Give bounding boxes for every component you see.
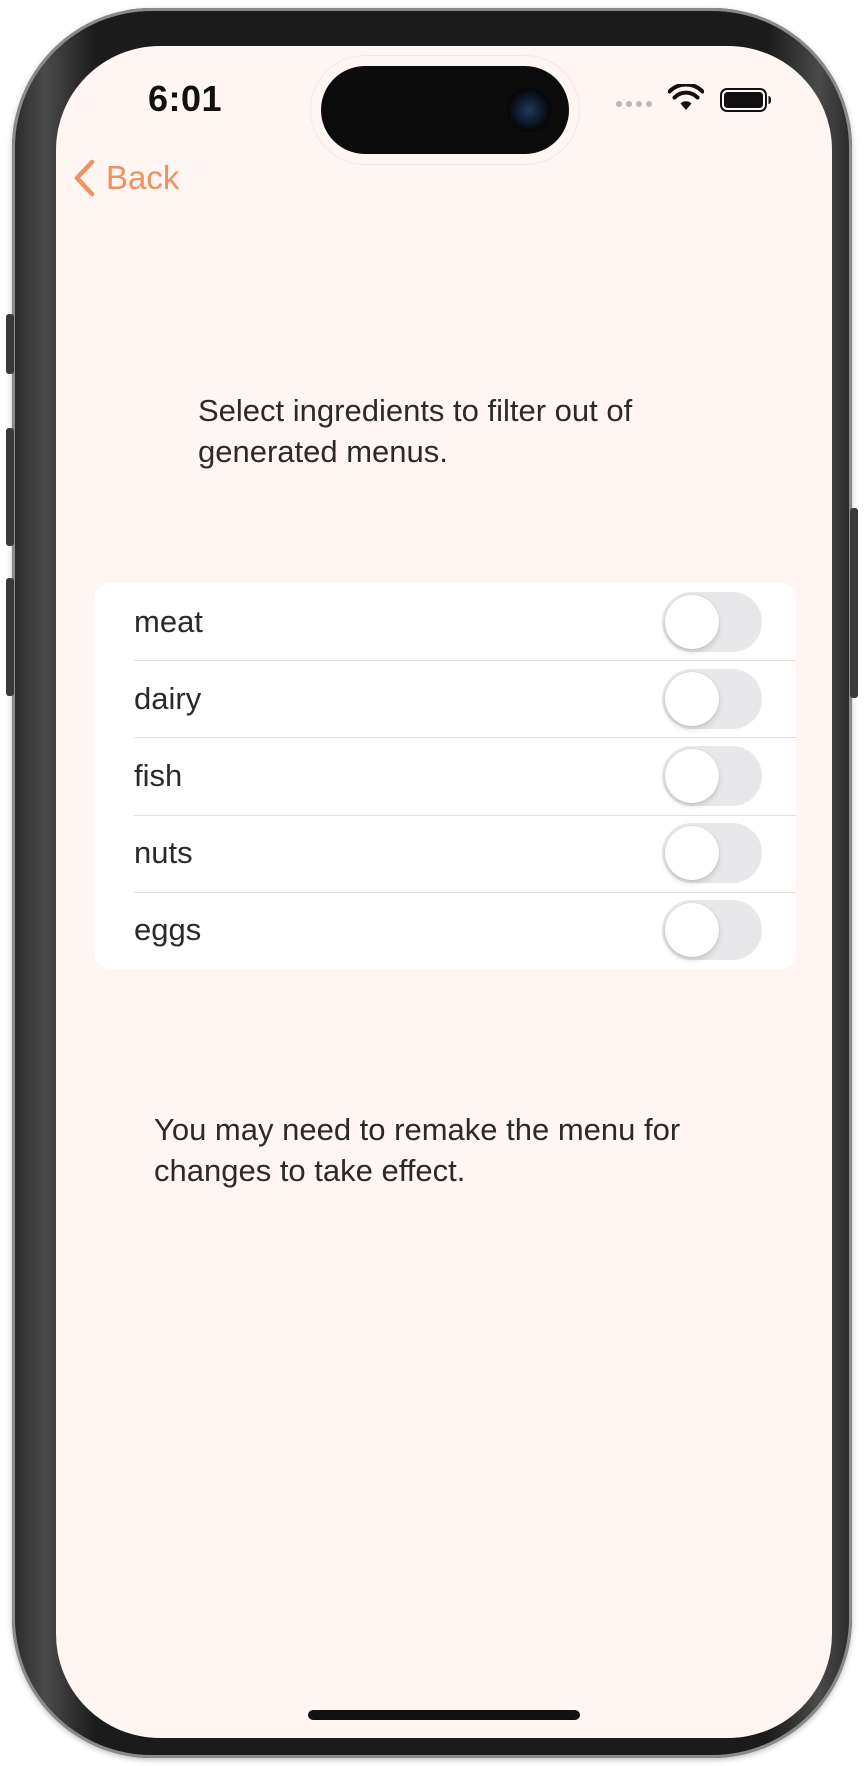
footer-note: You may need to remake the menu for chan…	[154, 1112, 681, 1188]
chevron-left-icon	[74, 159, 95, 197]
filter-row-dairy: dairy	[94, 660, 796, 737]
filter-row-meat: meat	[94, 583, 796, 660]
volume-down-button	[6, 578, 14, 696]
toggle-knob	[665, 826, 719, 881]
intro-text: Select ingredients to filter out of gene…	[198, 393, 633, 469]
toggle-knob	[665, 671, 719, 726]
toggle-knob	[665, 903, 719, 958]
filter-label: meat	[134, 603, 203, 639]
action-button	[6, 314, 14, 374]
power-button	[850, 508, 858, 698]
filter-label: fish	[134, 757, 183, 793]
filter-row-nuts: nuts	[94, 814, 796, 892]
meat-toggle[interactable]	[662, 591, 762, 652]
back-button[interactable]: Back	[70, 154, 179, 202]
signal-dots-icon	[616, 101, 652, 107]
filter-label: nuts	[134, 835, 193, 871]
ingredient-filter-list: meat dairy fish nuts eggs	[94, 583, 796, 969]
filter-row-eggs: eggs	[94, 891, 796, 969]
fish-toggle[interactable]	[662, 745, 762, 806]
camera-lens-icon	[507, 88, 551, 132]
dairy-toggle[interactable]	[662, 668, 762, 729]
toggle-knob	[665, 594, 719, 649]
battery-icon	[720, 88, 771, 112]
volume-up-button	[6, 428, 14, 546]
dynamic-island	[321, 66, 569, 154]
eggs-toggle[interactable]	[662, 900, 762, 961]
screen: 6:01 Back Select ingredients to filter o…	[56, 46, 832, 1738]
status-time: 6:01	[148, 78, 223, 119]
phone-frame: 6:01 Back Select ingredients to filter o…	[6, 8, 858, 1758]
nuts-toggle[interactable]	[662, 823, 762, 884]
filter-label: eggs	[134, 912, 202, 948]
filter-row-fish: fish	[94, 737, 796, 814]
wifi-icon	[668, 84, 704, 110]
home-indicator[interactable]	[308, 1710, 580, 1720]
toggle-knob	[665, 748, 719, 803]
filter-label: dairy	[134, 680, 202, 716]
back-label: Back	[106, 159, 180, 196]
